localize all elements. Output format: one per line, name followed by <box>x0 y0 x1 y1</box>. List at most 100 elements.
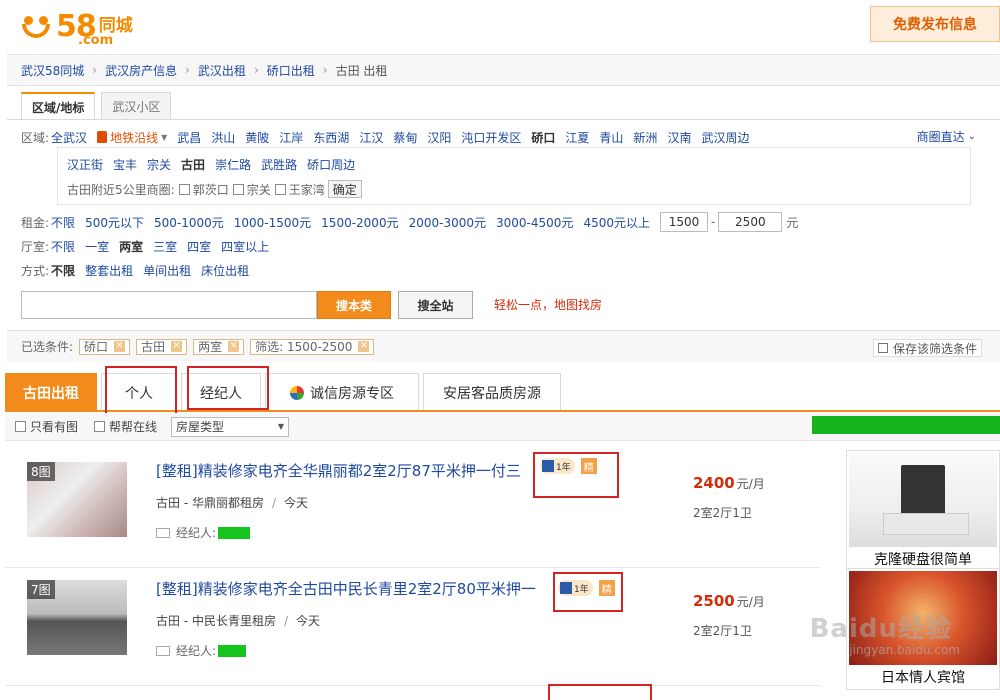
rent-option[interactable]: 500-1000元 <box>154 214 224 231</box>
close-icon[interactable]: ✕ <box>358 341 370 352</box>
tab-area[interactable]: 区域/地标 <box>21 92 96 120</box>
district-option[interactable]: 江夏 <box>565 129 589 146</box>
subarea-list: 汉正街 宝丰 宗关 古田 崇仁路 武胜路 硚口周边 <box>67 156 365 173</box>
tab-gutian-rent[interactable]: 古田出租 <box>5 373 97 411</box>
area-option-all[interactable]: 全武汉 <box>51 129 87 146</box>
mode-option[interactable]: 单间出租 <box>143 262 191 279</box>
map-search-link[interactable]: 轻松一点，地图找房 <box>494 296 602 313</box>
smile-logo-icon <box>16 8 56 44</box>
tab-community[interactable]: 武汉小区 <box>101 92 172 120</box>
subarea-option-selected[interactable]: 古田 <box>181 156 205 173</box>
subarea-option[interactable]: 宗关 <box>147 156 171 173</box>
tab-anjuke-quality[interactable]: 安居客品质房源 <box>423 373 561 411</box>
close-icon[interactable]: ✕ <box>228 341 240 352</box>
chip-label: 两室 <box>198 340 223 354</box>
rooms-option[interactable]: 一室 <box>85 238 109 255</box>
mode-label: 方式: <box>21 263 50 278</box>
subarea-panel: 汉正街 宝丰 宗关 古田 崇仁路 武胜路 硚口周边 古田附近5公里商圈: 郭茨口… <box>57 147 971 205</box>
district-option[interactable]: 武汉周边 <box>701 129 749 146</box>
id-card-icon <box>156 645 170 656</box>
filter-chip[interactable]: 筛选: 1500-2500 ✕ <box>250 338 375 355</box>
ad-card[interactable]: 克隆硬盘很简单 <box>846 450 1000 572</box>
rooms-option-selected[interactable]: 两室 <box>119 238 143 255</box>
listing-thumbnail[interactable]: 8图 <box>27 462 127 537</box>
online-checkbox[interactable] <box>94 421 106 432</box>
district-option[interactable]: 江汉 <box>359 129 383 146</box>
filter-chip[interactable]: 硚口 ✕ <box>79 338 131 355</box>
listing-thumbnail[interactable]: 7图 <box>27 580 127 655</box>
breadcrumb-item[interactable]: 武汉出租 <box>198 62 246 79</box>
subarea-option[interactable]: 武胜路 <box>261 156 297 173</box>
listing-rooms: 2室2厅1卫 <box>693 624 752 638</box>
rooms-label: 厅室: <box>21 239 50 254</box>
subarea-option[interactable]: 宝丰 <box>113 156 137 173</box>
nearby-checkbox[interactable] <box>274 183 286 195</box>
rent-option[interactable]: 500元以下 <box>85 214 144 231</box>
rent-option[interactable]: 1000-1500元 <box>234 214 311 231</box>
district-option[interactable]: 汉南 <box>667 129 691 146</box>
search-site-button[interactable]: 搜全站 <box>398 291 473 319</box>
house-type-select[interactable]: 房屋类型 ▼ <box>171 416 290 437</box>
search-category-button[interactable]: 搜本类 <box>317 291 391 319</box>
district-option[interactable]: 东西湖 <box>313 129 349 146</box>
district-option[interactable]: 江岸 <box>279 129 303 146</box>
listing-title[interactable]: [整租]精装修家电齐全古田中民长青里2室2厅80平米押一 <box>156 578 536 599</box>
save-filter-button[interactable]: 保存该筛选条件 <box>872 339 982 357</box>
post-free-info-button[interactable]: 免费发布信息 <box>870 6 1000 42</box>
search-input[interactable] <box>21 291 317 319</box>
filter-chip[interactable]: 古田 ✕ <box>136 338 188 355</box>
mode-option[interactable]: 整套出租 <box>85 262 133 279</box>
ad-image <box>849 453 997 547</box>
shangquan-label: 商圈直达 <box>916 130 965 144</box>
subarea-option[interactable]: 崇仁路 <box>215 156 251 173</box>
district-option[interactable]: 青山 <box>599 129 623 146</box>
rent-option[interactable]: 不限 <box>51 214 75 231</box>
confirm-button[interactable]: 确定 <box>327 180 362 198</box>
listing-title[interactable]: [整租]精装修家电齐全华鼎丽都2室2厅87平米押一付三 <box>156 460 521 481</box>
subarea-option[interactable]: 硚口周边 <box>307 156 355 173</box>
breadcrumb-item[interactable]: 硚口出租 <box>267 62 315 79</box>
district-option[interactable]: 汉阳 <box>427 129 451 146</box>
rent-option[interactable]: 1500-2000元 <box>321 214 398 231</box>
listing-location[interactable]: 古田 - 中民长青里租房 <box>156 614 276 628</box>
district-option[interactable]: 新洲 <box>633 129 657 146</box>
chip-label: 筛选: 1500-2500 <box>255 340 353 354</box>
rent-filter-row: 租金: 不限 500元以下 500-1000元 1000-1500元 1500-… <box>21 212 798 232</box>
district-option[interactable]: 黄陂 <box>245 129 269 146</box>
watermark-url: jingyan.baidu.com <box>849 643 960 657</box>
filter-chip[interactable]: 两室 ✕ <box>193 338 245 355</box>
min-price-input[interactable]: 1500 <box>659 212 708 232</box>
listing-location[interactable]: 古田 - 华鼎丽都租房 <box>156 496 264 510</box>
tab-trusted-listings[interactable]: 诚信房源专区 <box>265 373 419 411</box>
nearby-list: 古田附近5公里商圈: 郭茨口 宗关 王家湾 确定 <box>67 180 362 198</box>
rooms-option[interactable]: 四室 <box>187 238 211 255</box>
breadcrumb-item[interactable]: 武汉58同城 <box>21 62 84 79</box>
mode-option[interactable]: 床位出租 <box>201 262 249 279</box>
image-only-checkbox[interactable] <box>15 421 26 432</box>
highlight-box <box>187 366 269 410</box>
subway-dropdown[interactable]: 地铁沿线 ▼ <box>97 129 167 146</box>
mode-option-selected[interactable]: 不限 <box>51 262 75 279</box>
subarea-option[interactable]: 汉正街 <box>67 156 103 173</box>
image-count: 8图 <box>27 462 55 481</box>
max-price-input[interactable]: 2500 <box>718 212 783 232</box>
shangquan-link[interactable]: 商圈直达 ⌄ <box>917 128 976 145</box>
district-option[interactable]: 蔡甸 <box>393 129 417 146</box>
district-option[interactable]: 武昌 <box>177 129 201 146</box>
rooms-option[interactable]: 三室 <box>153 238 177 255</box>
rent-option[interactable]: 4500元以上 <box>583 214 650 231</box>
close-icon[interactable]: ✕ <box>114 341 126 352</box>
highlight-box <box>553 572 623 612</box>
nearby-checkbox[interactable] <box>232 183 244 195</box>
district-option[interactable]: 洪山 <box>211 129 235 146</box>
rooms-option[interactable]: 四室以上 <box>221 238 269 255</box>
rent-option[interactable]: 2000-3000元 <box>409 214 486 231</box>
site-logo[interactable]: 58 同城 .com <box>16 6 166 48</box>
close-icon[interactable]: ✕ <box>171 341 183 352</box>
nearby-checkbox[interactable] <box>178 183 190 195</box>
rent-option[interactable]: 3000-4500元 <box>496 214 573 231</box>
breadcrumb-item[interactable]: 武汉房产信息 <box>105 62 177 79</box>
district-option-selected[interactable]: 硚口 <box>531 129 555 146</box>
rooms-option[interactable]: 不限 <box>51 238 75 255</box>
district-option[interactable]: 沌口开发区 <box>461 129 521 146</box>
